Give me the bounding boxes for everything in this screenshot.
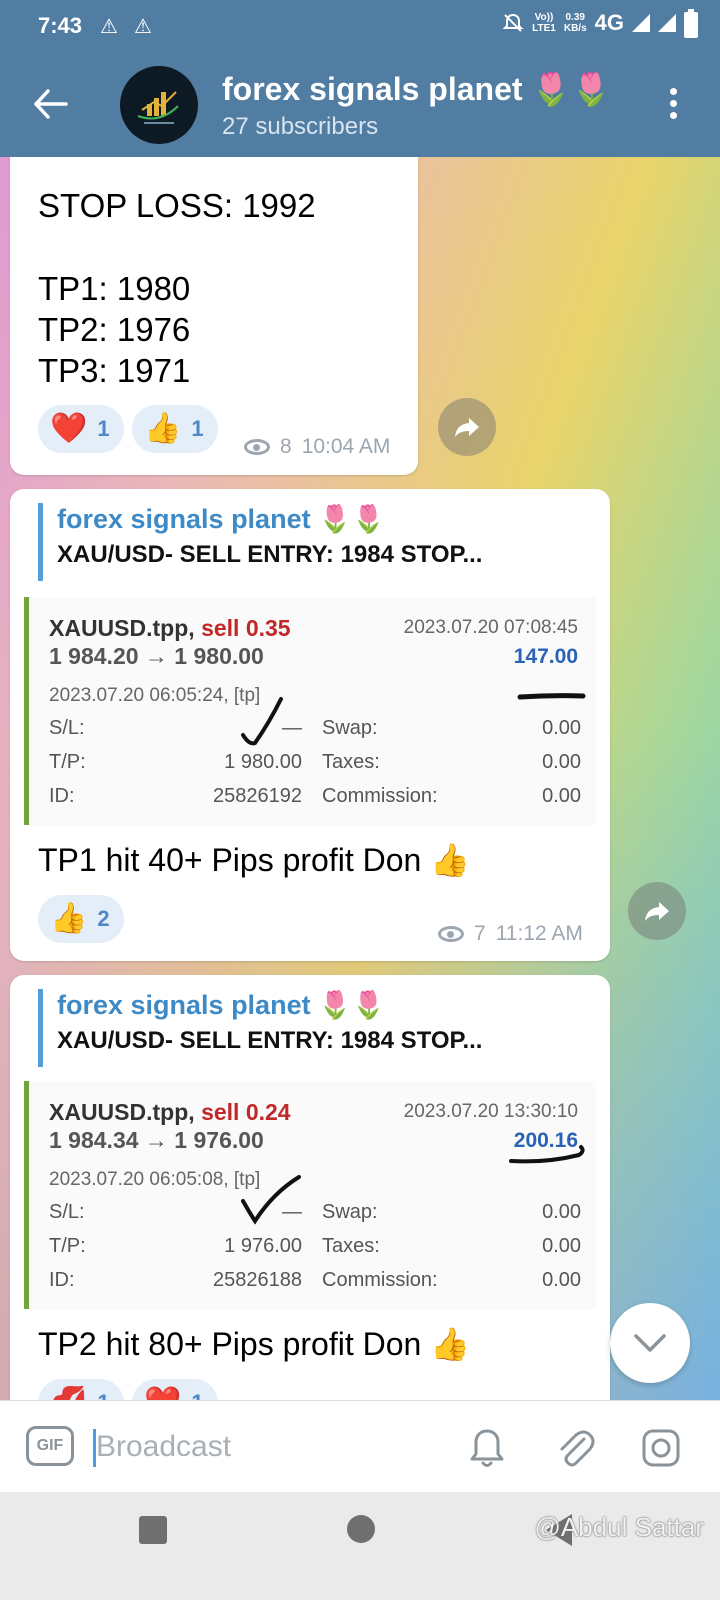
trade-screenshot[interactable]: XAUUSD.tpp, sell 0.35 1 984.20 → 1 980.0…: [24, 597, 596, 825]
reaction-count: 2: [97, 906, 110, 931]
camera-icon[interactable]: [638, 1425, 684, 1471]
trade-close-time: 2023.07.20 13:30:10: [403, 1101, 578, 1122]
share-arrow-icon: [455, 418, 479, 437]
trade-symbol: XAUUSD.tpp,: [49, 1099, 195, 1125]
broadcast-input[interactable]: [96, 1423, 426, 1471]
reaction-thumbs-up[interactable]: 👍 2: [38, 895, 124, 943]
reaction-count: 1: [97, 416, 110, 441]
status-indicators: Vo)) LTE1 0.39 KB/s 4G: [502, 10, 676, 36]
home-button[interactable]: [347, 1515, 375, 1543]
reply-quote[interactable]: forex signals planet 🌷🌷 XAU/USD- SELL EN…: [38, 989, 586, 1067]
status-time: 7:43: [38, 13, 83, 38]
message-bubble[interactable]: forex signals planet 🌷🌷 XAU/USD- SELL EN…: [10, 489, 610, 961]
reply-quote[interactable]: forex signals planet 🌷🌷 XAU/USD- SELL EN…: [38, 503, 586, 581]
battery-icon: [684, 9, 698, 38]
trade-screenshot[interactable]: XAUUSD.tpp, sell 0.24 1 984.34 → 1 976.0…: [24, 1081, 596, 1309]
warning-icon: ⚠: [100, 16, 118, 38]
reaction-heart[interactable]: ❤️ 1: [38, 405, 124, 453]
heart-icon: ❤️: [50, 412, 88, 445]
trade-open-time: 2023.07.20 06:05:24, [tp]: [49, 685, 261, 706]
message-text: TP1: 1980: [38, 270, 191, 307]
handwritten-underline: [517, 693, 586, 700]
warning-icon: ⚠: [134, 16, 152, 38]
network-type: 4G: [594, 10, 624, 35]
message-bubble[interactable]: forex signals planet 🌷🌷 XAU/USD- SELL EN…: [10, 975, 610, 1430]
trade-row-sl: S/L: — Swap: 0.00: [49, 717, 581, 739]
trade-prices: 1 984.20 → 1 980.00: [49, 643, 264, 669]
message-meta: 8 10:04 AM: [244, 435, 390, 459]
data-speed: 0.39 KB/s: [563, 12, 587, 34]
thumbs-up-icon: 👍: [144, 412, 182, 445]
trade-symbol-line: XAUUSD.tpp, sell 0.24: [49, 1099, 291, 1126]
signal-icon: [632, 14, 650, 32]
back-arrow-icon[interactable]: [30, 82, 74, 126]
chevron-down-icon: [634, 1334, 666, 1352]
trade-profit: 147.00: [513, 645, 578, 668]
share-arrow-icon: [645, 902, 669, 921]
trade-profit: 200.16: [513, 1129, 578, 1152]
reply-snippet: XAU/USD- SELL ENTRY: 1984 STOP...: [57, 1027, 483, 1054]
eye-icon: [244, 439, 270, 455]
gif-button[interactable]: GIF: [26, 1426, 74, 1466]
message-time: 11:12 AM: [495, 922, 583, 945]
message-text: TP3: 1971: [38, 352, 191, 389]
trade-close-time: 2023.07.20 07:08:45: [403, 617, 578, 638]
recent-apps-button[interactable]: [139, 1516, 167, 1544]
paperclip-icon[interactable]: [552, 1425, 598, 1471]
forward-button[interactable]: [628, 882, 686, 940]
message-text: STOP LOSS: 1992: [38, 187, 316, 224]
reaction-count: 1: [191, 416, 204, 441]
view-count: 7: [474, 922, 486, 945]
scroll-down-button[interactable]: [610, 1303, 690, 1383]
trade-row-id: ID: 25826188 Commission: 0.00: [49, 1269, 581, 1291]
reply-author: forex signals planet 🌷🌷: [57, 504, 386, 534]
bell-icon[interactable]: [464, 1425, 510, 1471]
mute-bell-icon: [502, 13, 524, 32]
chat-area[interactable]: STOP LOSS: 1992 TP1: 1980 TP2: 1976 TP3:…: [0, 157, 720, 1430]
message-meta: 7 11:12 AM: [438, 922, 583, 946]
trade-row-sl: S/L: — Swap: 0.00: [49, 1201, 581, 1223]
reply-author: forex signals planet 🌷🌷: [57, 990, 386, 1020]
thumbs-up-icon: 👍: [50, 902, 88, 935]
trade-symbol: XAUUSD.tpp,: [49, 615, 195, 641]
message-time: 10:04 AM: [301, 435, 391, 458]
message-input-bar: GIF: [0, 1400, 720, 1492]
system-nav-bar: @Abdul Sattar: [0, 1492, 720, 1600]
trade-symbol-line: XAUUSD.tpp, sell 0.35: [49, 615, 291, 642]
view-count: 8: [280, 435, 292, 458]
trade-side: sell 0.35: [201, 615, 291, 641]
channel-logo-icon: [137, 91, 179, 124]
eye-icon: [438, 926, 464, 942]
status-bar: 7:43 ⚠ ⚠ Vo)) LTE1 0.39 KB/s 4G: [0, 0, 720, 52]
reaction-thumbs-up[interactable]: 👍 1: [132, 405, 218, 453]
channel-avatar[interactable]: [120, 66, 198, 144]
message-bubble[interactable]: STOP LOSS: 1992 TP1: 1980 TP2: 1976 TP3:…: [10, 157, 418, 475]
message-text: TP2: 1976: [38, 311, 191, 348]
trade-prices: 1 984.34 → 1 976.00: [49, 1127, 264, 1153]
subscriber-count: 27 subscribers: [222, 113, 379, 140]
forward-button[interactable]: [438, 398, 496, 456]
trade-row-tp: T/P: 1 976.00 Taxes: 0.00: [49, 1235, 581, 1257]
message-caption: TP2 hit 80+ Pips profit Don 👍: [38, 1326, 471, 1362]
more-options-icon[interactable]: [668, 88, 678, 122]
trade-row-tp: T/P: 1 980.00 Taxes: 0.00: [49, 751, 581, 773]
volte-indicator: Vo)) LTE1: [532, 12, 556, 34]
signal-icon: [658, 14, 676, 32]
trade-row-id: ID: 25826192 Commission: 0.00: [49, 785, 581, 807]
channel-name[interactable]: forex signals planet 🌷🌷: [222, 70, 611, 108]
chat-header: forex signals planet 🌷🌷 27 subscribers: [0, 52, 720, 157]
watermark: @Abdul Sattar: [534, 1512, 704, 1542]
trade-side: sell 0.24: [201, 1099, 291, 1125]
trade-open-time: 2023.07.20 06:05:08, [tp]: [49, 1169, 261, 1190]
message-caption: TP1 hit 40+ Pips profit Don 👍: [38, 842, 471, 878]
reply-snippet: XAU/USD- SELL ENTRY: 1984 STOP...: [57, 541, 483, 568]
